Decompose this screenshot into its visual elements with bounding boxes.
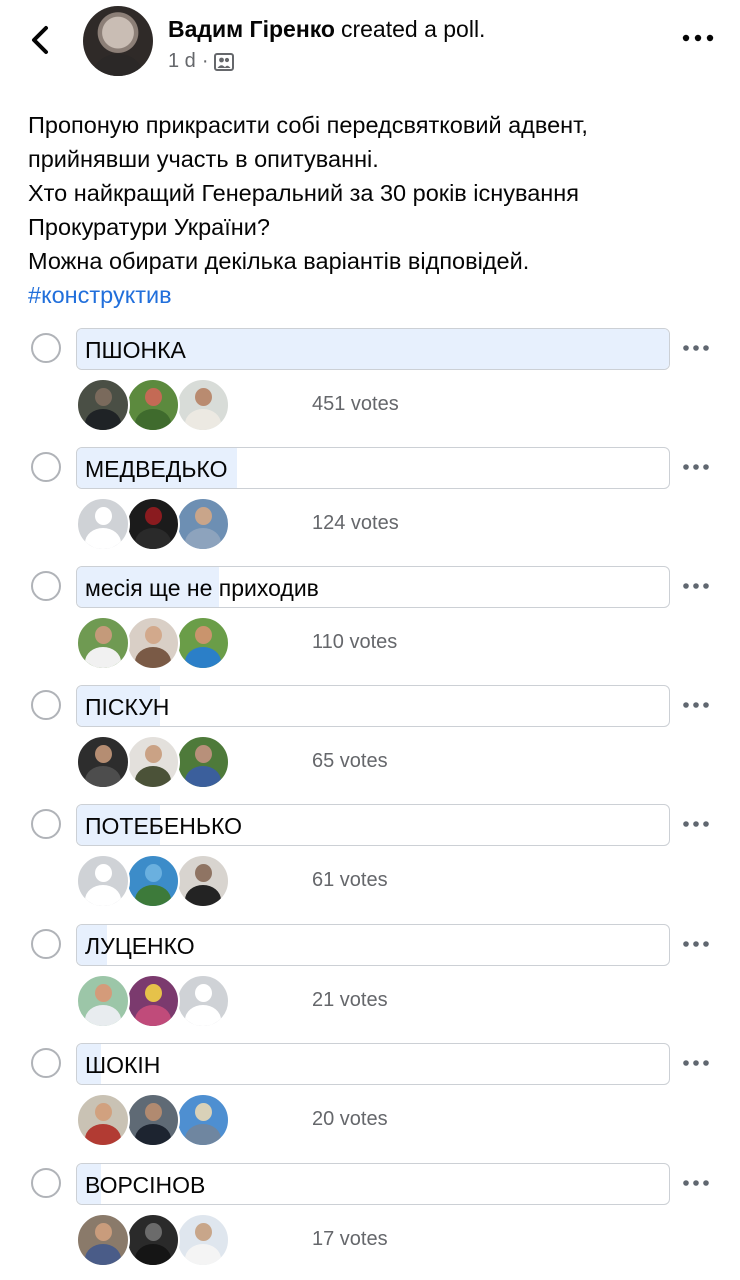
voter-avatar[interactable] — [126, 497, 180, 551]
meta-separator: · — [201, 50, 209, 72]
voter-avatar[interactable] — [126, 1093, 180, 1147]
voter-avatar[interactable] — [176, 735, 230, 789]
poll-option: ПШОНКА 451 votes — [0, 328, 740, 438]
poll-option-bar[interactable]: МЕДВЕДЬКО — [76, 447, 670, 489]
poll-option-label: ПІСКУН — [85, 694, 170, 720]
voter-avatar[interactable] — [126, 616, 180, 670]
post-action-text: created a poll. — [340, 16, 486, 42]
poll-option-bar[interactable]: ПШОНКА — [76, 328, 670, 370]
poll-option-bar[interactable]: месія ще не приходив — [76, 566, 670, 608]
voter-avatar[interactable] — [76, 974, 130, 1028]
poll-option-radio[interactable] — [31, 929, 61, 959]
voter-avatar[interactable] — [176, 1093, 230, 1147]
friends-audience-icon[interactable] — [214, 52, 235, 71]
post-text-line: Прокуратури України? — [28, 214, 270, 240]
poll-option-radio[interactable] — [31, 690, 61, 720]
poll-option: ПІСКУН 65 votes — [0, 685, 740, 795]
voter-avatar[interactable] — [126, 1213, 180, 1267]
option-more-icon[interactable] — [681, 936, 711, 952]
voter-avatar[interactable] — [176, 974, 230, 1028]
post-text-line: Хто найкращий Генеральний за 30 років іс… — [28, 180, 579, 206]
poll-option-bar[interactable]: ЛУЦЕНКО — [76, 924, 670, 966]
more-options-icon[interactable] — [680, 28, 716, 48]
voter-avatar[interactable] — [176, 1213, 230, 1267]
post-text: Пропоную прикрасити собі передсвятковий … — [28, 108, 718, 312]
voter-avatar[interactable] — [126, 974, 180, 1028]
poll-option-radio[interactable] — [31, 809, 61, 839]
voter-avatar[interactable] — [176, 497, 230, 551]
voter-avatar[interactable] — [126, 854, 180, 908]
poll-option: МЕДВЕДЬКО 124 votes — [0, 447, 740, 557]
voter-avatar[interactable] — [126, 735, 180, 789]
post-meta: 1 d · — [168, 50, 235, 73]
poll-option: ЛУЦЕНКО 21 votes — [0, 924, 740, 1034]
voter-avatar[interactable] — [176, 378, 230, 432]
vote-count[interactable]: 21 votes — [312, 989, 388, 1012]
poll-option-radio[interactable] — [31, 571, 61, 601]
poll-option-bar[interactable]: ПОТЕБЕНЬКО — [76, 804, 670, 846]
option-more-icon[interactable] — [681, 459, 711, 475]
poll-option-radio[interactable] — [31, 1168, 61, 1198]
poll-option-label: месія ще не приходив — [85, 575, 319, 601]
author-line: Вадим Гіренко created a poll. — [168, 16, 485, 43]
post-text-line: прийнявши участь в опитуванні. — [28, 146, 379, 172]
poll-option-bar[interactable]: ВОРСІНОВ — [76, 1163, 670, 1205]
option-more-icon[interactable] — [681, 340, 711, 356]
poll-option-radio[interactable] — [31, 1048, 61, 1078]
vote-count[interactable]: 124 votes — [312, 512, 399, 535]
voter-avatar[interactable] — [76, 854, 130, 908]
option-more-icon[interactable] — [681, 1055, 711, 1071]
poll-option-radio[interactable] — [31, 452, 61, 482]
author-name[interactable]: Вадим Гіренко — [168, 16, 335, 42]
vote-count[interactable]: 20 votes — [312, 1108, 388, 1131]
voter-avatar[interactable] — [76, 1093, 130, 1147]
poll-option-label: МЕДВЕДЬКО — [85, 456, 228, 482]
vote-count[interactable]: 110 votes — [312, 631, 397, 654]
poll-option: ШОКІН 20 votes — [0, 1043, 740, 1153]
post-text-line: Пропоную прикрасити собі передсвятковий … — [28, 112, 588, 138]
voter-avatar[interactable] — [76, 497, 130, 551]
option-more-icon[interactable] — [681, 697, 711, 713]
poll-option-bar[interactable]: ШОКІН — [76, 1043, 670, 1085]
post-timestamp[interactable]: 1 d — [168, 50, 196, 73]
poll-option-label: ШОКІН — [85, 1052, 161, 1078]
author-avatar[interactable] — [83, 6, 153, 76]
voter-avatar[interactable] — [176, 854, 230, 908]
post-header: Вадим Гіренко created a poll. 1 d · — [0, 0, 740, 90]
poll-option-bar[interactable]: ПІСКУН — [76, 685, 670, 727]
option-more-icon[interactable] — [681, 578, 711, 594]
vote-count[interactable]: 65 votes — [312, 750, 388, 773]
voter-avatar[interactable] — [176, 616, 230, 670]
poll-option: ПОТЕБЕНЬКО 61 votes — [0, 804, 740, 914]
voter-avatar[interactable] — [76, 616, 130, 670]
vote-count[interactable]: 61 votes — [312, 869, 388, 892]
voter-avatar[interactable] — [76, 1213, 130, 1267]
vote-count[interactable]: 17 votes — [312, 1228, 388, 1251]
poll-option: месія ще не приходив 110 votes — [0, 566, 740, 676]
poll-option-radio[interactable] — [31, 333, 61, 363]
vote-count[interactable]: 451 votes — [312, 393, 399, 416]
poll-option-label: ВОРСІНОВ — [85, 1172, 206, 1198]
voter-avatar[interactable] — [76, 735, 130, 789]
poll-option-label: ПШОНКА — [85, 337, 186, 363]
voter-avatar[interactable] — [76, 378, 130, 432]
hashtag-link[interactable]: #конструктив — [28, 278, 718, 312]
poll-option-label: ЛУЦЕНКО — [85, 933, 195, 959]
back-arrow-icon[interactable] — [26, 22, 58, 58]
poll-option-label: ПОТЕБЕНЬКО — [85, 813, 242, 839]
voter-avatar[interactable] — [126, 378, 180, 432]
poll-option: ВОРСІНОВ 17 votes — [0, 1163, 740, 1273]
option-more-icon[interactable] — [681, 1175, 711, 1191]
post-text-line: Можна обирати декілька варіантів відпові… — [28, 248, 530, 274]
option-more-icon[interactable] — [681, 816, 711, 832]
